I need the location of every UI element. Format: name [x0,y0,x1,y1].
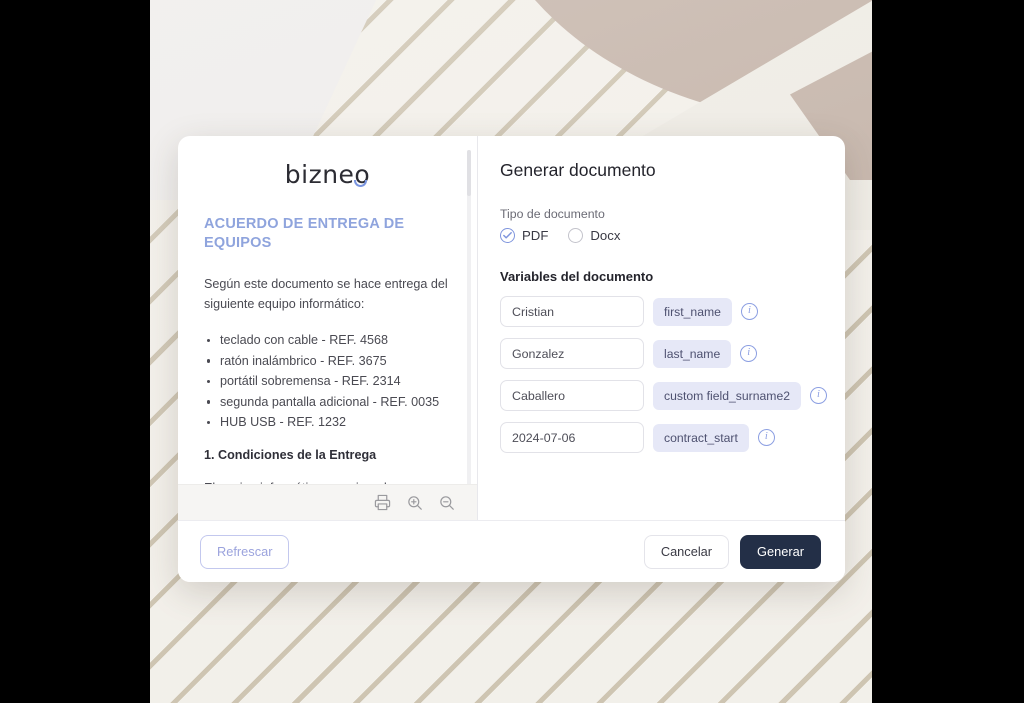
document-toolbar [178,484,477,520]
equipment-list: teclado con cable - REF. 4568 ratón inal… [204,330,451,432]
variables-label: Variables del documento [500,269,654,284]
info-icon[interactable]: i [740,303,758,320]
variable-input-last-name[interactable] [500,338,644,369]
info-icon[interactable]: i [757,429,775,446]
document-scrollbar[interactable] [467,150,471,484]
document-section-body: El equipo informático mencionado anterio… [204,478,451,484]
list-item: HUB USB - REF. 1232 [204,412,451,432]
list-item: portátil sobremensa - REF. 2314 [204,371,451,391]
variable-input-surname2[interactable] [500,380,644,411]
doc-type-radio-group: PDF Docx [500,228,817,243]
document-logo: bizneo [204,160,451,189]
modal-body: bizneo ACUERDO DE ENTREGA DE EQUIPOS Seg… [178,136,845,520]
variable-input-contract-start[interactable] [500,422,644,453]
generate-button[interactable]: Generar [740,534,821,569]
document-scrollbar-thumb[interactable] [467,150,471,196]
list-item: teclado con cable - REF. 4568 [204,330,451,350]
radio-label-docx: Docx [590,228,621,243]
cancel-button[interactable]: Cancelar [643,534,730,569]
screen: bizneo ACUERDO DE ENTREGA DE EQUIPOS Seg… [0,0,1024,703]
variable-input-first-name[interactable] [500,296,644,327]
document-title: ACUERDO DE ENTREGA DE EQUIPOS [204,216,405,251]
document-preview-pane: bizneo ACUERDO DE ENTREGA DE EQUIPOS Seg… [178,136,478,520]
radio-empty-icon [568,228,584,243]
variable-tag-first-name: first_name [653,297,732,326]
variable-tag-last-name: last_name [653,339,732,368]
doc-type-label: Tipo de documento [500,207,605,221]
info-icon[interactable]: i [810,387,827,404]
list-item: segunda pantalla adicional - REF. 0035 [204,392,451,412]
variable-tag-contract-start: contract_start [653,423,749,452]
zoom-out-icon[interactable] [437,494,455,512]
variable-tag-surname2: custom field_surname2 [653,381,801,410]
info-icon[interactable]: i [740,345,758,362]
page-title: Generar documento [500,160,656,180]
list-item: ratón inalámbrico - REF. 3675 [204,351,451,371]
radio-check-icon [500,228,515,243]
variable-row-contract-start: contract_start i [500,422,817,453]
radio-option-docx[interactable]: Docx [568,228,620,243]
document-section-heading: 1. Condiciones de la Entrega [204,448,377,463]
variable-row-surname2: custom field_surname2 i [500,380,827,411]
variable-row-last-name: last_name i [500,338,817,369]
generate-document-form: Generar documento Tipo de documento PDF [478,136,845,520]
document-preview-scroll[interactable]: bizneo ACUERDO DE ENTREGA DE EQUIPOS Seg… [178,136,477,484]
radio-option-pdf[interactable]: PDF [500,228,548,243]
generate-document-modal: bizneo ACUERDO DE ENTREGA DE EQUIPOS Seg… [178,136,845,582]
zoom-in-icon[interactable] [405,494,423,512]
footer-actions: Cancelar Generar [643,534,821,569]
document-intro: Según este documento se hace entrega del… [204,276,448,312]
radio-label-pdf: PDF [522,228,549,243]
variable-row-first-name: first_name i [500,296,817,327]
refresh-button[interactable]: Refrescar [200,534,290,569]
print-icon[interactable] [373,494,391,512]
modal-footer: Refrescar Cancelar Generar [178,520,845,582]
